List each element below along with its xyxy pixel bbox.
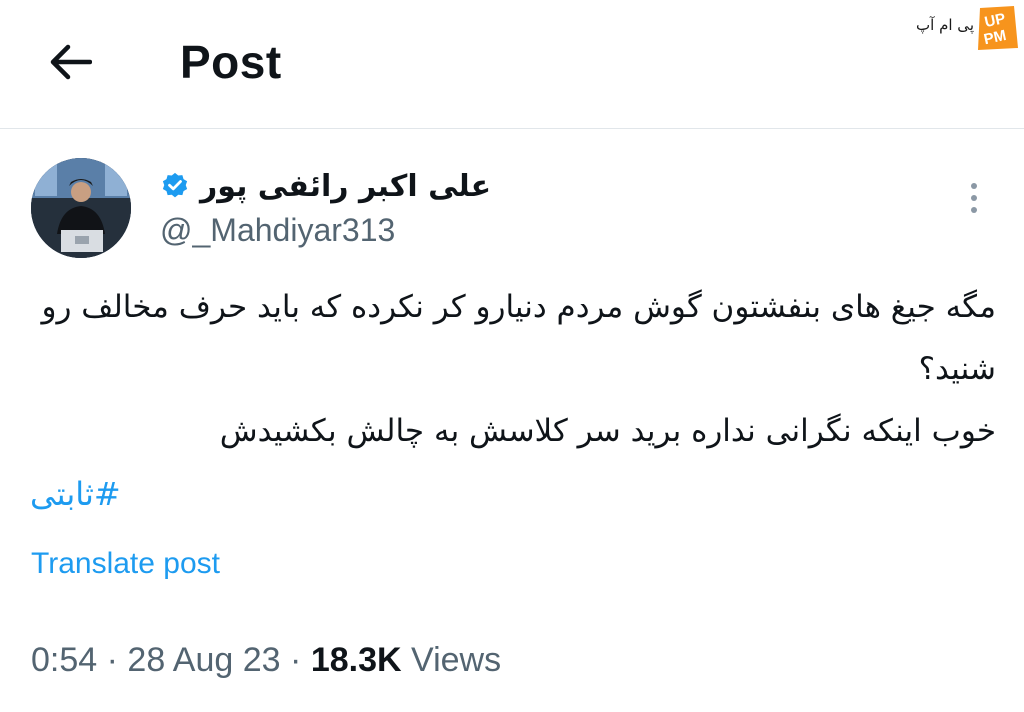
more-dot-icon (971, 207, 977, 213)
translate-post-link[interactable]: Translate post (31, 542, 220, 586)
post-date[interactable]: 28 Aug 23 (127, 641, 280, 679)
views-count[interactable]: 18.3K (311, 641, 402, 679)
more-options-button[interactable] (960, 178, 988, 218)
watermark-text: پی ام آپ (916, 16, 974, 34)
more-dot-icon (971, 183, 977, 189)
page-title: Post (180, 36, 282, 88)
meta-separator: · (290, 641, 302, 679)
meta-separator: · (106, 641, 118, 679)
views-label: Views (411, 641, 502, 679)
post-time[interactable]: 0:54 (31, 641, 97, 679)
hashtag-link[interactable]: ثابتی# (30, 468, 330, 520)
more-dot-icon (971, 195, 977, 201)
pmup-logo: UP PM (978, 6, 1018, 50)
arrow-left-icon (50, 44, 92, 80)
post-text-line: خوب اینکه نگرانی نداره برید سر کلاسش به … (219, 413, 996, 449)
post-text: مگه جیغ های بنفشتون گوش مردم دنیارو کر ن… (30, 276, 996, 462)
author-name-row: علی اکبر رائفی پور (160, 166, 491, 206)
back-button[interactable] (44, 36, 96, 88)
author-display-name[interactable]: علی اکبر رائفی پور (200, 169, 491, 204)
author-handle[interactable]: @_Mahdiyar313 (160, 210, 395, 250)
avatar[interactable] (31, 158, 131, 258)
post-meta: 0:54 · 28 Aug 23 · 18.3K Views (31, 636, 501, 684)
watermark: پی ام آپ UP PM (908, 4, 1020, 52)
header-bar: Post (0, 0, 1024, 129)
avatar-photo (31, 158, 131, 258)
post-text-line: مگه جیغ های بنفشتون گوش مردم دنیارو کر ن… (41, 289, 996, 387)
verified-badge-icon (162, 172, 188, 198)
